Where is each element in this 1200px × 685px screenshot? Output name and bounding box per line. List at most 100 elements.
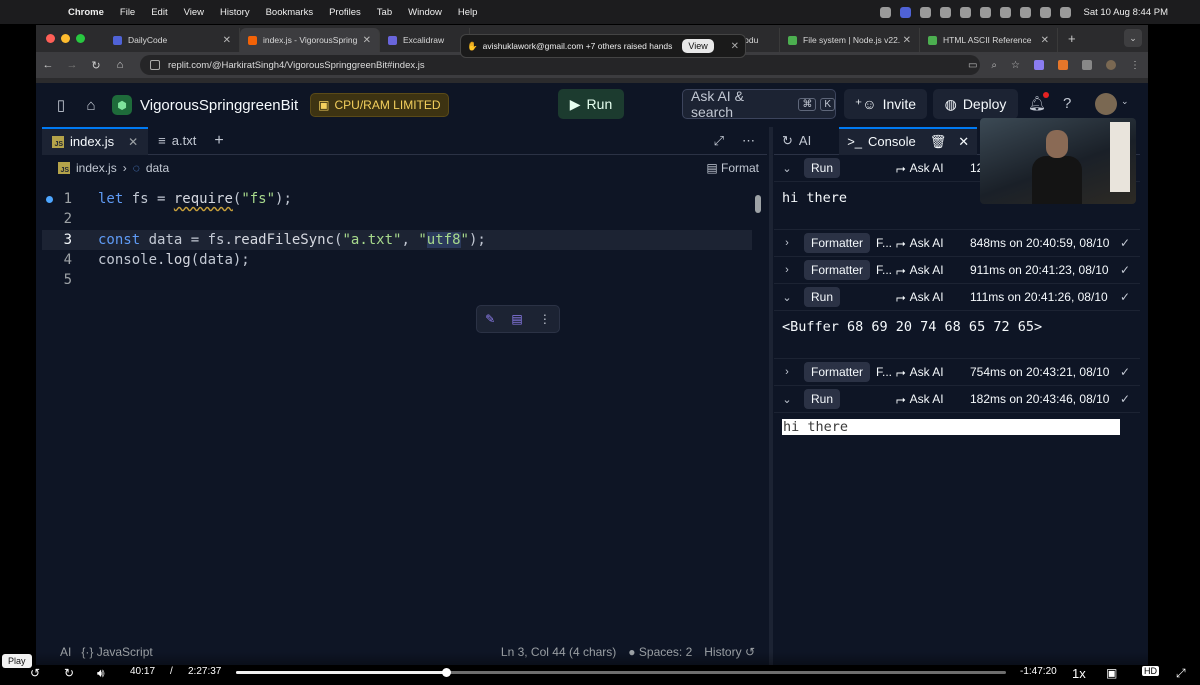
add-tab-button[interactable]: + xyxy=(214,132,223,150)
ask-ai-button[interactable]: ⮣ Ask AI xyxy=(896,290,944,305)
menu-item[interactable]: Help xyxy=(458,7,478,18)
chevron-down-icon[interactable]: ⌄ xyxy=(1121,96,1129,107)
control-center-icon[interactable] xyxy=(1040,6,1052,18)
hd-icon[interactable]: HD xyxy=(1142,666,1159,676)
code-line[interactable]: 5 xyxy=(42,270,752,290)
battery-icon[interactable] xyxy=(1000,6,1012,18)
bookmark-star-icon[interactable]: ☆ xyxy=(1011,60,1020,71)
close-window-button[interactable] xyxy=(46,34,55,43)
menu-item[interactable]: View xyxy=(184,7,204,18)
progress-bar[interactable] xyxy=(236,668,1006,677)
code-area[interactable]: 1 let fs = require("fs"); 2 3 const data… xyxy=(42,189,752,290)
volume-icon[interactable]: 🔊︎ xyxy=(97,666,105,681)
ask-ai-button[interactable]: ⮣ Ask AI xyxy=(896,161,944,176)
forward-icon[interactable]: ↻ xyxy=(64,666,74,680)
tray-icon[interactable] xyxy=(920,6,932,18)
forward-icon[interactable]: → xyxy=(60,59,84,71)
ask-ai-search-button[interactable]: Ask AI & search ⌘ K xyxy=(682,88,836,120)
siri-icon[interactable] xyxy=(1060,6,1072,18)
rewind-icon[interactable]: ↺ xyxy=(30,666,40,680)
tray-icon[interactable] xyxy=(880,6,892,18)
speed-button[interactable]: 1x xyxy=(1072,666,1086,681)
repl-name[interactable]: VigorousSpringgreenBit xyxy=(140,97,298,114)
reload-icon[interactable]: ↻ xyxy=(84,59,108,72)
code-line[interactable]: 2 xyxy=(42,209,752,229)
ask-ai-button[interactable]: ⮣ Ask AI xyxy=(896,365,944,380)
close-tab-icon[interactable]: ✕ xyxy=(1041,35,1049,46)
user-avatar[interactable] xyxy=(1095,93,1117,115)
browser-tab-active[interactable]: index.js - VigorousSpring ✕ xyxy=(240,28,380,52)
home-icon[interactable]: ⌂ xyxy=(108,59,132,71)
code-line-current[interactable]: 3 const data = fs.readFileSync("a.txt", … xyxy=(42,229,752,250)
back-icon[interactable]: ← xyxy=(36,59,60,71)
help-icon[interactable]: ? xyxy=(1063,95,1071,112)
zoom-lens-icon[interactable]: ⌕ xyxy=(991,60,997,71)
extensions-puzzle-icon[interactable] xyxy=(1082,60,1092,70)
extension-icon[interactable] xyxy=(1034,60,1044,70)
browser-tab[interactable]: Excalidraw xyxy=(380,28,470,52)
chevron-down-icon[interactable]: ⌄ xyxy=(774,162,800,175)
cpu-ram-limited-badge[interactable]: ▣ CPU/RAM LIMITED xyxy=(310,93,449,117)
console-entry[interactable]: › Formatter F... ⮣ Ask AI 848ms on 20:40:… xyxy=(774,230,1140,257)
console-entry[interactable]: › Formatter F... ⮣ Ask AI 911ms on 20:41:… xyxy=(774,257,1140,284)
tab-search-button[interactable]: ⌄ xyxy=(1124,29,1142,47)
breadcrumb-symbol[interactable]: data xyxy=(146,161,169,175)
close-tab-icon[interactable]: ✕ xyxy=(128,135,138,149)
site-settings-icon[interactable] xyxy=(150,60,160,70)
menu-item[interactable]: Window xyxy=(408,7,442,18)
more-vertical-icon[interactable]: ⋮ xyxy=(539,312,551,326)
console-output-selected[interactable]: hi there xyxy=(782,419,1120,435)
menubar-clock[interactable]: Sat 10 Aug 8:44 PM xyxy=(1083,7,1168,18)
clear-console-icon[interactable]: 🗑︎ xyxy=(930,134,947,150)
zoom-icon[interactable] xyxy=(900,6,912,18)
chrome-menu-icon[interactable]: ⋮ xyxy=(1130,60,1140,71)
more-options-icon[interactable]: ⋯ xyxy=(742,133,755,149)
deploy-button[interactable]: ◍ Deploy xyxy=(933,89,1018,119)
chevron-right-icon[interactable]: › xyxy=(774,237,800,249)
menu-item[interactable]: File xyxy=(120,7,135,18)
minimize-window-button[interactable] xyxy=(61,34,70,43)
close-tab-icon[interactable]: ✕ xyxy=(903,35,911,46)
close-tab-icon[interactable]: ✕ xyxy=(363,35,371,46)
console-entry[interactable]: ⌄ Run ⮣ Ask AI 182ms on 20:43:46, 08/10 ✓ xyxy=(774,386,1140,413)
tab-console[interactable]: >_ Console 🗑︎ ✕ xyxy=(839,126,978,155)
chevron-right-icon[interactable]: › xyxy=(774,366,800,378)
notifications-bell-icon[interactable]: 🔔︎ xyxy=(1028,92,1049,112)
ai-explain-icon[interactable]: ▤ xyxy=(511,312,522,326)
tray-icon[interactable] xyxy=(940,6,952,18)
chevron-down-icon[interactable]: ⌄ xyxy=(774,393,800,406)
menu-item[interactable]: Bookmarks xyxy=(266,7,314,18)
menu-item[interactable]: Profiles xyxy=(329,7,361,18)
pane-resize-handle[interactable] xyxy=(769,127,773,665)
tray-icon[interactable] xyxy=(980,6,992,18)
fullscreen-icon[interactable]: ⤢ xyxy=(1176,666,1186,681)
install-icon[interactable]: ▭ xyxy=(968,60,977,71)
home-icon[interactable]: ⌂ xyxy=(76,97,106,114)
breadcrumb-file[interactable]: index.js xyxy=(76,161,117,175)
tray-icon[interactable] xyxy=(960,6,972,18)
ask-ai-button[interactable]: ⮣ Ask AI xyxy=(896,392,944,407)
ai-edit-icon[interactable]: ✎ xyxy=(485,312,495,326)
ask-ai-button[interactable]: ⮣ Ask AI xyxy=(896,236,944,251)
new-tab-button[interactable]: + xyxy=(1068,31,1076,46)
tab-a-txt[interactable]: ≡ a.txt xyxy=(148,127,206,155)
chevron-down-icon[interactable]: ⌄ xyxy=(774,291,800,304)
view-button[interactable]: View xyxy=(682,39,714,53)
zoom-window-button[interactable] xyxy=(76,34,85,43)
browser-tab[interactable]: File system | Node.js v22. ✕ xyxy=(780,28,920,52)
wifi-icon[interactable] xyxy=(1020,6,1032,18)
menu-item[interactable]: History xyxy=(220,7,250,18)
code-line[interactable]: 4 console.log(data); xyxy=(42,250,752,270)
browser-tab[interactable]: DailyCode ✕ xyxy=(105,28,240,52)
tab-index-js[interactable]: JS index.js ✕ xyxy=(42,126,149,155)
ask-ai-button[interactable]: ⮣ Ask AI xyxy=(896,263,944,278)
console-entry[interactable]: › Formatter F... ⮣ Ask AI 754ms on 20:43:… xyxy=(774,359,1140,386)
expand-icon[interactable]: ⤢ xyxy=(714,133,724,149)
pip-icon[interactable]: ▣ xyxy=(1106,666,1117,680)
profile-avatar[interactable] xyxy=(1106,60,1116,70)
progress-knob[interactable] xyxy=(442,668,452,677)
browser-tab[interactable]: HTML ASCII Reference ✕ xyxy=(920,28,1058,52)
chevron-right-icon[interactable]: › xyxy=(774,264,800,276)
menu-item[interactable]: Tab xyxy=(377,7,392,18)
code-line[interactable]: 1 let fs = require("fs"); xyxy=(42,189,752,209)
